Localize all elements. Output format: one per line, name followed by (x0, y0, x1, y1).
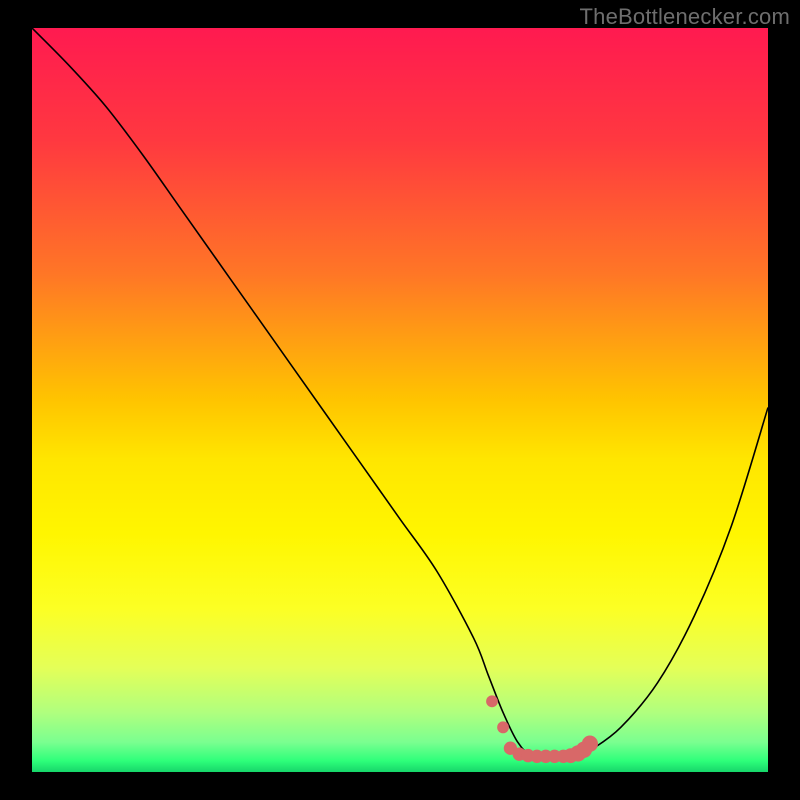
marker-dot (582, 736, 598, 752)
chart-plot-area (32, 28, 768, 772)
marker-dot (486, 695, 498, 707)
marker-dot (497, 721, 509, 733)
watermark-text: TheBottlenecker.com (580, 4, 790, 30)
chart-background (32, 28, 768, 772)
chart-svg (32, 28, 768, 772)
